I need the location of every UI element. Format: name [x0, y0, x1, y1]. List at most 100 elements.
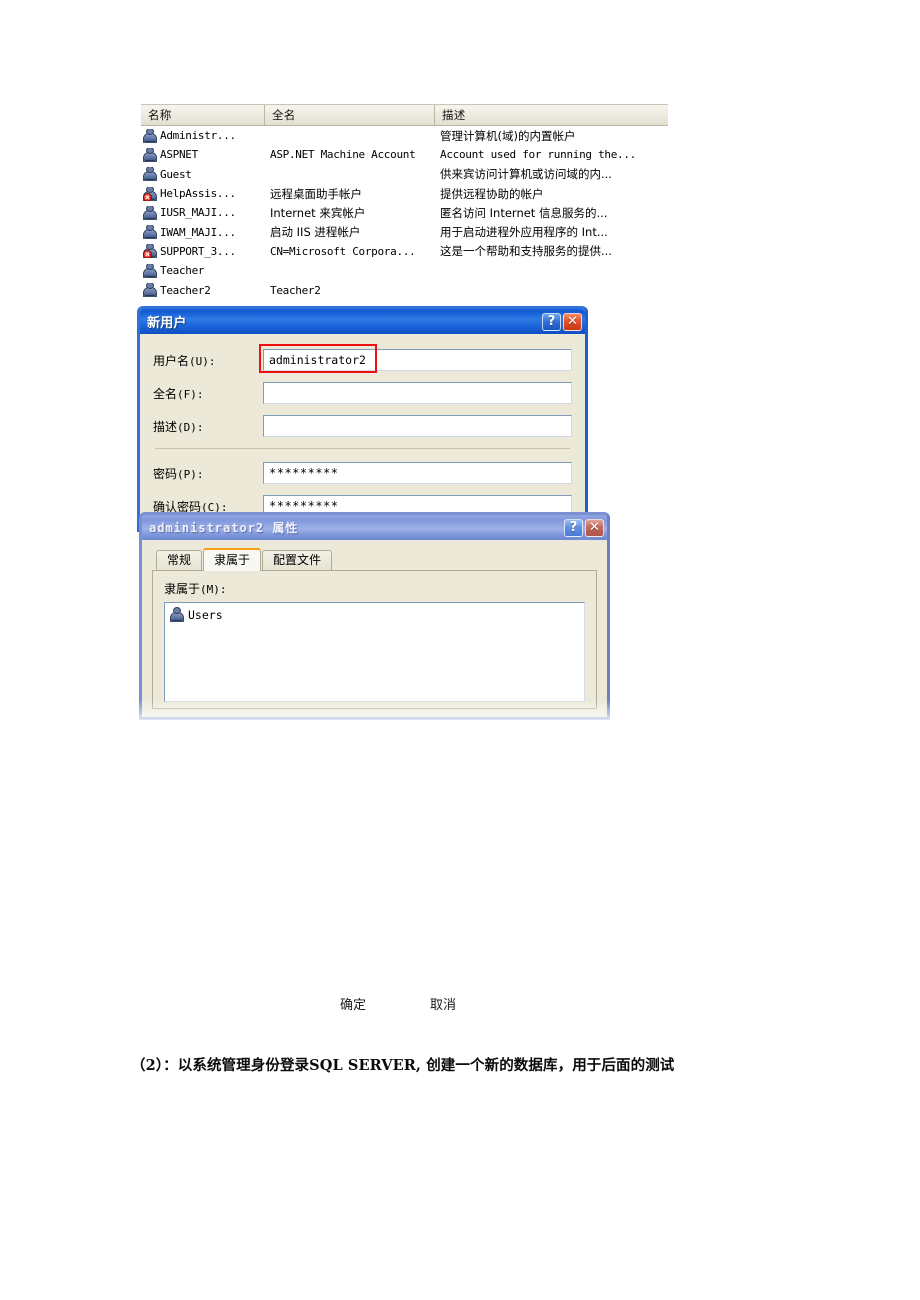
user-name-text: HelpAssis...: [160, 187, 236, 201]
field-label-mnemonic: (P):: [177, 467, 204, 481]
cell-full-name: 远程桌面助手帐户: [270, 186, 362, 201]
properties-tab-strip: 常规 隶属于 配置文件: [152, 548, 597, 571]
user-icon-disabled: [143, 186, 158, 201]
new-user-fields-bottom: 密码(P): ********* 确认密码(C): *********: [153, 461, 572, 518]
help-icon[interactable]: ?: [542, 312, 561, 331]
form-row: 描述(D):: [153, 414, 572, 438]
field-label-text: 全名: [153, 386, 178, 401]
member-of-label-text: 隶属于: [164, 582, 201, 596]
column-header-name[interactable]: 名称: [141, 105, 265, 125]
ok-button[interactable]: 确定: [340, 994, 430, 1013]
cell-user-name: Guest: [141, 167, 265, 182]
table-row[interactable]: Administr... 管理计算机(域)的内置帐户: [141, 126, 668, 145]
new-user-fields-top: 用户名(U): administrator2 全名(F): 描述(D):: [153, 348, 572, 438]
tab-1[interactable]: 常规: [156, 550, 203, 570]
cancel-button[interactable]: 取消: [430, 994, 456, 1013]
user-icon: [143, 225, 158, 240]
text-field[interactable]: administrator2: [263, 349, 572, 371]
user-icon: [143, 147, 158, 162]
field-label: 全名(F):: [153, 385, 263, 402]
table-row[interactable]: HelpAssis... 远程桌面助手帐户 提供远程协助的帐户: [141, 184, 668, 203]
user-icon: [143, 167, 158, 182]
field-label: 描述(D):: [153, 418, 263, 435]
table-row[interactable]: IUSR_MAJI... Internet 来宾帐户 匿名访问 Internet 信…: [141, 203, 668, 222]
field-label-mnemonic: (U):: [189, 354, 216, 368]
form-row: 全名(F):: [153, 381, 572, 405]
table-row[interactable]: IWAM_MAJI... 启动 IIS 进程帐户 用于启动进程外应用程序的 Int.…: [141, 222, 668, 241]
table-row[interactable]: Teacher: [141, 261, 668, 280]
cell-description: Account used for running the...: [440, 148, 636, 162]
new-user-dialog: 新用户 ? ✕ 用户名(U): administrator2 全名(F): 描述(D)…: [137, 306, 588, 532]
tab-3[interactable]: 配置文件: [262, 550, 333, 570]
cell-user-name: SUPPORT_3...: [141, 244, 265, 259]
field-label-text: 描述: [153, 419, 178, 434]
new-user-dialog-title: 新用户: [147, 316, 187, 331]
cell-full-name: Teacher2: [270, 283, 321, 297]
field-label-mnemonic: (D):: [177, 420, 204, 434]
column-header-description[interactable]: 描述: [435, 105, 668, 125]
member-of-tab-panel: 隶属于(M): Users: [152, 570, 597, 709]
user-name-text: IWAM_MAJI...: [160, 225, 236, 239]
member-of-label: 隶属于(M):: [164, 580, 585, 597]
help-icon[interactable]: ?: [564, 518, 583, 537]
cell-user-name: ASPNET: [141, 147, 265, 162]
cell-description: 用于启动进程外应用程序的 Int...: [440, 225, 608, 240]
list-body: Administr... 管理计算机(域)的内置帐户 ASPNET ASP.NET M…: [141, 126, 668, 300]
cell-full-name: 启动 IIS 进程帐户: [270, 225, 361, 240]
text-field[interactable]: [263, 382, 572, 404]
new-user-titlebar-buttons: ? ✕: [542, 312, 582, 331]
password-field[interactable]: *********: [263, 462, 572, 484]
cell-description: 提供远程协助的帐户: [440, 186, 544, 201]
tab-2[interactable]: 隶属于: [203, 548, 262, 571]
table-row[interactable]: SUPPORT_3... CN=Microsoft Corpora... 这是一个帮…: [141, 242, 668, 261]
cell-description: 匿名访问 Internet 信息服务的...: [440, 205, 608, 220]
user-icon-disabled: [143, 244, 158, 259]
user-accounts-list-panel[interactable]: 名称 全名 描述 Administr... 管理计算机(域)的内置帐户 ASPNET…: [141, 104, 668, 307]
close-icon[interactable]: ✕: [563, 312, 582, 331]
field-label-text: 密码: [153, 466, 178, 481]
group-user-icon: [170, 608, 185, 622]
cell-user-name: Administr...: [141, 128, 265, 143]
new-user-dialog-body: 用户名(U): administrator2 全名(F): 描述(D): 密码(P):…: [140, 334, 585, 518]
cell-full-name: ASP.NET Machine Account: [270, 148, 416, 162]
cell-user-name: IWAM_MAJI...: [141, 225, 265, 240]
user-name-text: Administr...: [160, 129, 236, 143]
field-label-mnemonic: (F):: [177, 387, 204, 401]
list-item[interactable]: Users: [170, 607, 584, 623]
list-column-header-row: 名称 全名 描述: [141, 104, 668, 126]
member-of-listbox[interactable]: Users: [164, 602, 585, 702]
user-name-text: Guest: [160, 167, 192, 181]
form-row: 密码(P): *********: [153, 461, 572, 485]
table-row[interactable]: Teacher2 Teacher2: [141, 280, 668, 299]
user-name-text: Teacher2: [160, 283, 211, 297]
form-row: 用户名(U): administrator2: [153, 348, 572, 372]
user-icon: [143, 283, 158, 298]
close-icon[interactable]: ✕: [585, 518, 604, 537]
form-divider: [155, 448, 570, 449]
user-properties-dialog: administrator2 属性 ? ✕ 常规 隶属于 配置文件 隶属于(M): …: [139, 512, 610, 720]
properties-titlebar-buttons: ? ✕: [564, 518, 604, 537]
member-name: Users: [188, 608, 223, 622]
user-icon: [143, 263, 158, 278]
cell-user-name: Teacher2: [141, 283, 265, 298]
user-name-text: SUPPORT_3...: [160, 244, 236, 258]
field-label-text: 用户名: [153, 353, 190, 368]
table-row[interactable]: ASPNET ASP.NET Machine Account Account use…: [141, 145, 668, 164]
cell-description: 供来宾访问计算机或访问域的内...: [440, 167, 612, 182]
cell-user-name: Teacher: [141, 263, 265, 278]
field-label: 用户名(U):: [153, 352, 263, 369]
text-field[interactable]: [263, 415, 572, 437]
new-user-dialog-titlebar[interactable]: 新用户 ? ✕: [140, 309, 585, 334]
column-header-full-name[interactable]: 全名: [265, 105, 435, 125]
table-row[interactable]: Guest 供来宾访问计算机或访问域的内...: [141, 165, 668, 184]
cell-user-name: IUSR_MAJI...: [141, 205, 265, 220]
caption-paragraph: （2）：以系统管理身份登录SQL SERVER, 创建一个新的数据库，用于后面的…: [131, 1056, 675, 1074]
properties-dialog-titlebar[interactable]: administrator2 属性 ? ✕: [142, 515, 607, 540]
user-icon: [143, 128, 158, 143]
cell-description: 管理计算机(域)的内置帐户: [440, 128, 576, 143]
cell-user-name: HelpAssis...: [141, 186, 265, 201]
user-name-text: ASPNET: [160, 148, 198, 162]
user-name-text: Teacher: [160, 264, 205, 278]
cell-full-name: Internet 来宾帐户: [270, 205, 366, 220]
dialog-footer-buttons: 确定 取消: [340, 994, 600, 1013]
